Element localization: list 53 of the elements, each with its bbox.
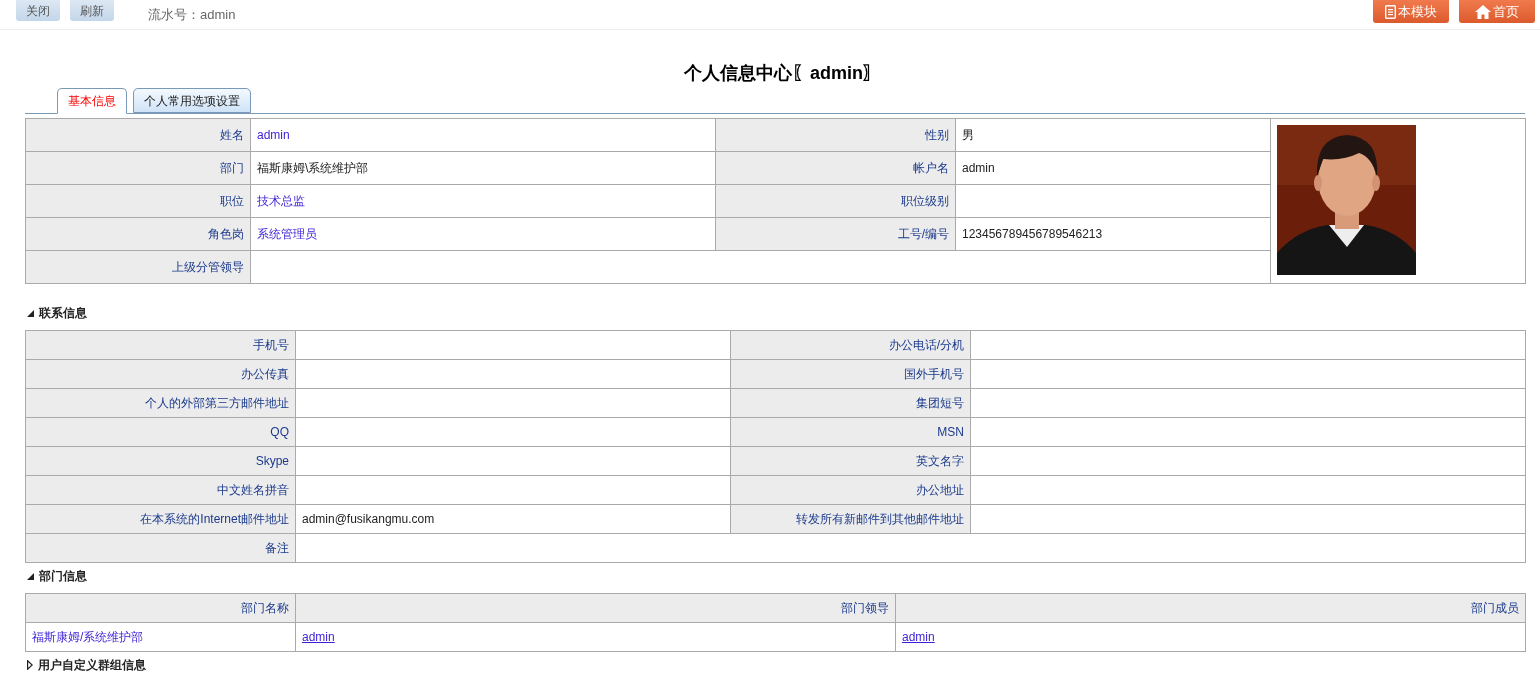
toolbar-button[interactable]: 刷新 bbox=[70, 0, 114, 21]
field-value: admin bbox=[962, 161, 995, 175]
user-link[interactable]: admin bbox=[902, 630, 935, 644]
field-label: 办公传真 bbox=[241, 367, 289, 381]
field-label: 部门名称 bbox=[241, 601, 289, 615]
field-label: 在本系统的Internet邮件地址 bbox=[140, 512, 289, 526]
field-label: 转发所有新邮件到其他邮件地址 bbox=[796, 512, 964, 526]
field-label: 工号/编号 bbox=[897, 227, 949, 241]
field-value: 技术总监 bbox=[257, 194, 305, 208]
field-label: 帐户名 bbox=[913, 161, 949, 175]
field-label: 上级分管领导 bbox=[172, 260, 244, 274]
field-label: 办公地址 bbox=[916, 483, 964, 497]
section-header[interactable]: 部门信息 bbox=[27, 567, 87, 585]
expanded-triangle-icon bbox=[27, 572, 34, 580]
field-value: 男 bbox=[962, 128, 974, 142]
field-label: QQ bbox=[270, 425, 289, 439]
field-label: 部门领导 bbox=[841, 601, 889, 615]
user-link[interactable]: admin bbox=[302, 630, 335, 644]
section-title: 部门信息 bbox=[39, 568, 87, 585]
field-value: 系统管理员 bbox=[257, 227, 317, 241]
field-label: 集团短号 bbox=[916, 396, 964, 410]
field-label: 个人的外部第三方邮件地址 bbox=[145, 396, 289, 410]
section-header[interactable]: 联系信息 bbox=[27, 304, 87, 322]
collapsed-triangle-icon bbox=[27, 660, 33, 670]
field-value: admin bbox=[257, 128, 290, 142]
toolbar-button[interactable]: 关闭 bbox=[16, 0, 60, 21]
field-value: 123456789456789546213 bbox=[962, 227, 1103, 241]
field-label: 英文名字 bbox=[916, 454, 964, 468]
field-label: 职位级别 bbox=[901, 194, 949, 208]
field-label: 部门成员 bbox=[1471, 601, 1519, 615]
serial-number: 流水号：admin bbox=[148, 6, 236, 24]
field-label: 性别 bbox=[925, 128, 949, 142]
field-label: 国外手机号 bbox=[904, 367, 964, 381]
field-label: Skype bbox=[255, 454, 289, 468]
field-label: MSN bbox=[937, 425, 964, 439]
home-icon bbox=[1475, 4, 1491, 19]
document-icon bbox=[1385, 4, 1396, 19]
field-label: 姓名 bbox=[220, 128, 244, 142]
field-label: 中文姓名拼音 bbox=[217, 483, 289, 497]
field-label: 职位 bbox=[220, 194, 244, 208]
tab[interactable]: 基本信息 bbox=[57, 88, 127, 114]
field-label: 办公电话/分机 bbox=[888, 338, 964, 352]
field-label: 手机号 bbox=[253, 338, 289, 352]
tab[interactable]: 个人常用选项设置 bbox=[133, 88, 251, 113]
expanded-triangle-icon bbox=[27, 309, 34, 317]
page-title: 个人信息中心〖admin〗 bbox=[683, 62, 882, 85]
table-cell: 福斯康姆/系统维护部 bbox=[32, 630, 144, 644]
section-title: 联系信息 bbox=[39, 305, 87, 322]
field-label: 角色岗 bbox=[208, 227, 244, 241]
field-value: admin@fusikangmu.com bbox=[302, 512, 435, 526]
field-label: 部门 bbox=[220, 161, 244, 175]
field-label: 备注 bbox=[265, 541, 289, 555]
field-value: 福斯康姆\系统维护部 bbox=[257, 161, 369, 175]
